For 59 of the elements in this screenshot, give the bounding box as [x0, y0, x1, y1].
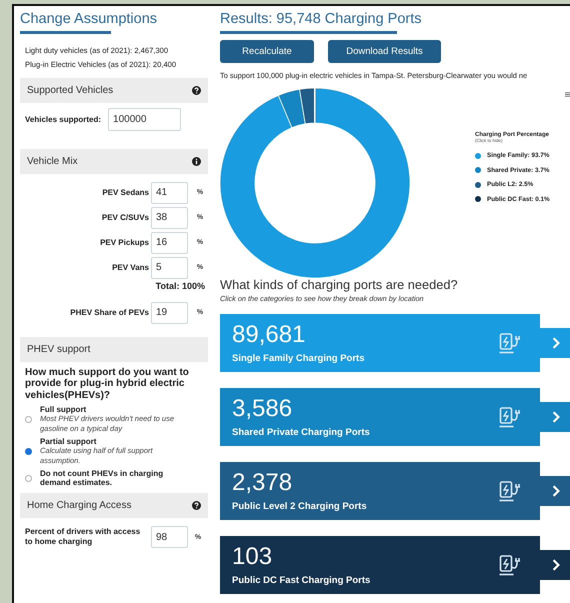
option-label: Full support: [40, 405, 88, 414]
total-text: Total: 100%: [154, 280, 205, 290]
port-label: Public Level 2 Charging Ports: [232, 501, 367, 512]
option-label: Partial support: [40, 437, 98, 446]
vehicles-supported-field[interactable]: 100000: [108, 108, 182, 130]
question-text: How much support do you want to provide for plug-in hybrid electric vehicles(PHEVs)?: [25, 366, 190, 401]
radio-button[interactable]: [25, 448, 32, 454]
menu-icon[interactable]: [565, 92, 570, 96]
percent-field[interactable]: 19: [151, 302, 188, 324]
charger-icon: [499, 406, 523, 428]
section-title: Supported Vehicles: [27, 84, 114, 96]
field-label: PHEV Share of PEVs: [70, 308, 149, 317]
help-icon[interactable]: [192, 501, 201, 510]
port-count: 3,586: [232, 395, 294, 423]
results-title: Results: 95,748 Charging Ports: [220, 10, 422, 27]
charger-icon: [499, 480, 523, 502]
option-label: Do not count PHEVs in charging demand estimates.: [40, 469, 164, 487]
donut-slice[interactable]: [278, 88, 306, 128]
port-label: Public DC Fast Charging Ports: [232, 575, 370, 586]
radio-button[interactable]: [25, 474, 32, 482]
chevron-icon: [552, 410, 560, 422]
field-label: PEV Pickups: [100, 238, 149, 247]
donut-slice[interactable]: [299, 88, 316, 124]
help-icon[interactable]: [192, 86, 201, 94]
charger-icon: [499, 554, 523, 576]
chevron-icon: [552, 558, 560, 570]
charger-icon: [499, 332, 523, 354]
percent-field[interactable]: 41: [151, 182, 188, 204]
percent-field[interactable]: 5: [151, 256, 188, 278]
port-label: Single Family Charging Ports: [232, 353, 364, 364]
port-count: 103: [232, 543, 274, 571]
port-card[interactable]: 2,378 Public Level 2 Charging Ports: [220, 462, 540, 520]
section-heading: What kinds of charging ports are needed?: [220, 276, 459, 292]
section-title: Vehicle Mix: [27, 156, 78, 166]
expand-tab[interactable]: [540, 476, 570, 506]
section-title: PHEV support: [27, 344, 90, 354]
section-title: Home Charging Access: [27, 500, 132, 511]
port-card[interactable]: 103 Public DC Fast Charging Ports: [220, 536, 540, 594]
chevron-icon: [552, 336, 560, 348]
field-label: PEV Vans: [112, 263, 149, 272]
percent-field[interactable]: 16: [151, 232, 188, 254]
expand-tab[interactable]: [540, 550, 570, 580]
field-label: Percent of drivers with access to home charging: [25, 527, 142, 547]
field-label: PEV C/SUVs: [102, 213, 149, 222]
donut-slice[interactable]: [220, 88, 410, 278]
action-button[interactable]: Download Results: [328, 40, 441, 62]
port-count: 2,378: [232, 469, 294, 497]
action-button[interactable]: Recalculate: [220, 40, 314, 62]
chevron-icon: [552, 484, 560, 496]
percent-field[interactable]: 98: [151, 526, 188, 548]
port-card[interactable]: 3,586 Shared Private Charging Ports: [220, 388, 540, 446]
percent-field[interactable]: 38: [151, 206, 188, 228]
panel-title: Change Assumptions: [20, 10, 158, 27]
radio-button[interactable]: [25, 416, 32, 422]
port-label: Shared Private Charging Ports: [232, 427, 370, 438]
port-count: 89,681: [232, 321, 306, 349]
field-label: PEV Sedans: [102, 188, 149, 197]
info-icon[interactable]: [192, 156, 201, 166]
field-label: Vehicles supported:: [25, 114, 102, 124]
